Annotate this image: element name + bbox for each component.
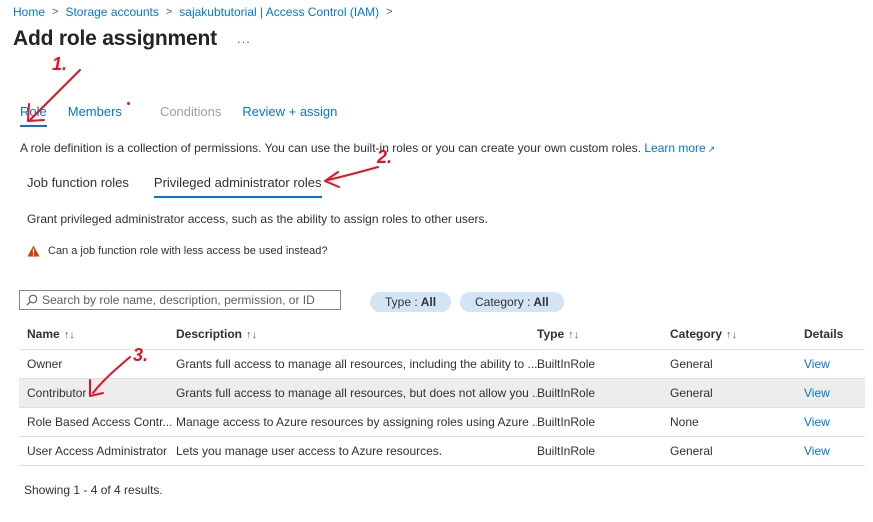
view-details-link[interactable]: View xyxy=(804,415,830,429)
role-category: General xyxy=(670,386,713,400)
table-row[interactable]: Contributor Grants full access to manage… xyxy=(19,379,865,408)
more-icon[interactable]: ... xyxy=(237,31,251,46)
column-header-name[interactable]: Name ↑↓ xyxy=(19,327,176,341)
role-description-cell: Grants full access to manage all resourc… xyxy=(176,357,537,371)
role-type: BuiltInRole xyxy=(537,357,596,371)
chevron-right-icon: > xyxy=(386,6,393,18)
category-filter-label: Category : xyxy=(475,295,531,309)
learn-more-link[interactable]: Learn more ↗ xyxy=(644,141,715,155)
role-name: Owner xyxy=(27,357,63,371)
grant-text: Grant privileged administrator access, s… xyxy=(27,212,488,226)
tab-role[interactable]: Role xyxy=(20,104,47,127)
table-row[interactable]: Role Based Access Contr... Manage access… xyxy=(19,408,865,437)
view-details-link[interactable]: View xyxy=(804,444,830,458)
required-dot-icon xyxy=(126,102,130,105)
wizard-tabs: Role Members Conditions Review + assign xyxy=(20,102,358,127)
chevron-right-icon: > xyxy=(165,6,173,18)
role-name: Role Based Access Contr... xyxy=(27,415,173,429)
results-count: Showing 1 - 4 of 4 results. xyxy=(24,483,163,497)
sort-icon[interactable]: ↑↓ xyxy=(726,329,737,341)
warning-icon xyxy=(27,245,40,257)
tab-members[interactable]: Members xyxy=(67,102,130,127)
category-filter-value: All xyxy=(533,295,549,309)
role-type: BuiltInRole xyxy=(537,444,596,458)
search-box[interactable] xyxy=(19,290,341,310)
role-category: General xyxy=(670,444,713,458)
role-name: Contributor xyxy=(27,386,87,400)
warning-message: Can a job function role with less access… xyxy=(27,245,327,257)
breadcrumb: Home > Storage accounts > sajakubtutoria… xyxy=(13,5,400,19)
view-details-link[interactable]: View xyxy=(804,357,830,371)
view-details-link[interactable]: View xyxy=(804,386,830,400)
role-description-cell: Lets you manage user access to Azure res… xyxy=(176,444,443,458)
type-filter-value: All xyxy=(420,295,437,309)
sort-icon[interactable]: ↑↓ xyxy=(64,329,75,341)
type-filter-pill[interactable]: Type : All xyxy=(370,292,452,312)
search-input[interactable] xyxy=(42,293,322,307)
role-name: User Access Administrator xyxy=(27,444,168,458)
annotation-label-1: 1. xyxy=(52,54,67,74)
roles-table: Name ↑↓ Description ↑↓ Type ↑↓ Category ↑↓ D… xyxy=(19,319,865,466)
column-header-details: Details xyxy=(804,327,844,341)
breadcrumb-home[interactable]: Home xyxy=(13,5,45,19)
tab-review-assign[interactable]: Review + assign xyxy=(242,104,337,127)
table-header: Name ↑↓ Description ↑↓ Type ↑↓ Category ↑↓ D… xyxy=(19,319,865,350)
role-type-tabs: Job function roles Privileged administra… xyxy=(27,175,347,198)
role-type: BuiltInRole xyxy=(537,386,596,400)
role-description-cell: Grants full access to manage all resourc… xyxy=(176,386,537,400)
role-category: None xyxy=(670,415,699,429)
role-description: A role definition is a collection of per… xyxy=(20,141,715,155)
column-header-description-label: Description xyxy=(176,327,243,341)
role-type: BuiltInRole xyxy=(537,415,596,429)
sort-icon[interactable]: ↑↓ xyxy=(568,329,579,341)
tab-privileged-administrator-roles[interactable]: Privileged administrator roles xyxy=(153,175,322,198)
breadcrumb-iam[interactable]: sajakubtutorial | Access Control (IAM) xyxy=(179,5,379,19)
page-title: Add role assignment xyxy=(13,27,217,50)
sort-icon[interactable]: ↑↓ xyxy=(246,329,257,341)
warning-text: Can a job function role with less access… xyxy=(48,245,328,257)
role-description-cell: Manage access to Azure resources by assi… xyxy=(176,415,537,429)
column-header-category-label: Category xyxy=(670,327,723,341)
tab-job-function-roles[interactable]: Job function roles xyxy=(27,175,129,198)
table-row[interactable]: Owner Grants full access to manage all r… xyxy=(19,350,865,379)
search-icon xyxy=(26,294,38,306)
column-header-name-label: Name xyxy=(27,327,60,341)
learn-more-label: Learn more xyxy=(644,141,706,155)
tab-conditions[interactable]: Conditions xyxy=(160,104,221,127)
column-header-type[interactable]: Type ↑↓ xyxy=(537,327,670,341)
role-category: General xyxy=(670,357,713,371)
table-row[interactable]: User Access Administrator Lets you manag… xyxy=(19,437,865,466)
external-link-icon: ↗ xyxy=(707,144,716,154)
chevron-right-icon: > xyxy=(52,6,59,18)
role-description-text: A role definition is a collection of per… xyxy=(20,141,641,155)
type-filter-label: Type : xyxy=(385,295,418,309)
column-header-description[interactable]: Description ↑↓ xyxy=(176,327,537,341)
column-header-type-label: Type xyxy=(537,327,565,341)
column-header-category[interactable]: Category ↑↓ xyxy=(670,327,804,341)
breadcrumb-storage-accounts[interactable]: Storage accounts xyxy=(65,5,158,19)
tab-members-label: Members xyxy=(67,104,122,119)
category-filter-pill[interactable]: Category : All xyxy=(460,292,564,312)
